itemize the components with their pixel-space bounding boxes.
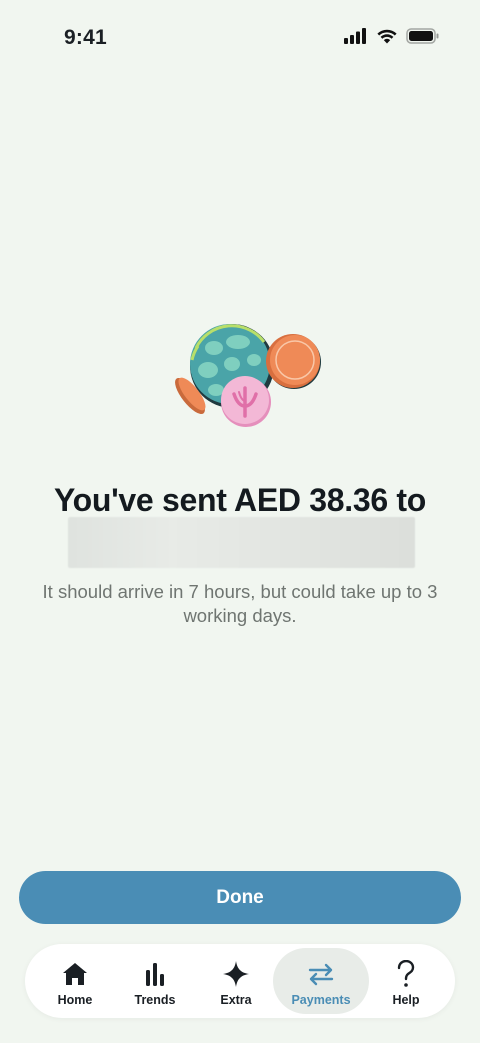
- tab-trends-label: Trends: [134, 993, 176, 1007]
- confirmation-headline: You've sent AED 38.36 to: [53, 482, 427, 518]
- transfer-arrows-icon: [307, 960, 335, 988]
- status-time: 9:41: [64, 26, 107, 49]
- cellular-signal-icon: [344, 28, 368, 44]
- status-bar: 9:41: [0, 0, 480, 76]
- arrival-estimate: It should arrive in 7 hours, but could t…: [42, 581, 438, 626]
- recipient-name-redacted: [68, 517, 415, 568]
- question-mark-icon: [392, 960, 420, 988]
- tab-payments-label: Payments: [291, 993, 351, 1007]
- bar-chart-icon: [141, 960, 169, 988]
- battery-icon: [406, 28, 440, 44]
- tab-trends[interactable]: Trends: [119, 948, 191, 1014]
- tab-help-label: Help: [392, 993, 420, 1007]
- tab-help[interactable]: Help: [370, 948, 442, 1014]
- status-icons: [344, 28, 440, 44]
- done-button[interactable]: Done: [19, 871, 461, 924]
- tab-extra[interactable]: Extra: [200, 948, 272, 1014]
- sparkle-icon: [222, 960, 250, 988]
- tab-home-label: Home: [57, 993, 93, 1007]
- bottom-tab-bar: Home Trends Extra Payments Help: [25, 944, 455, 1018]
- tab-extra-label: Extra: [220, 993, 252, 1007]
- tab-home[interactable]: Home: [39, 948, 111, 1014]
- home-icon: [61, 960, 89, 988]
- tab-payments[interactable]: Payments: [273, 948, 369, 1014]
- wifi-icon: [376, 28, 398, 44]
- coins-illustration: [168, 320, 328, 430]
